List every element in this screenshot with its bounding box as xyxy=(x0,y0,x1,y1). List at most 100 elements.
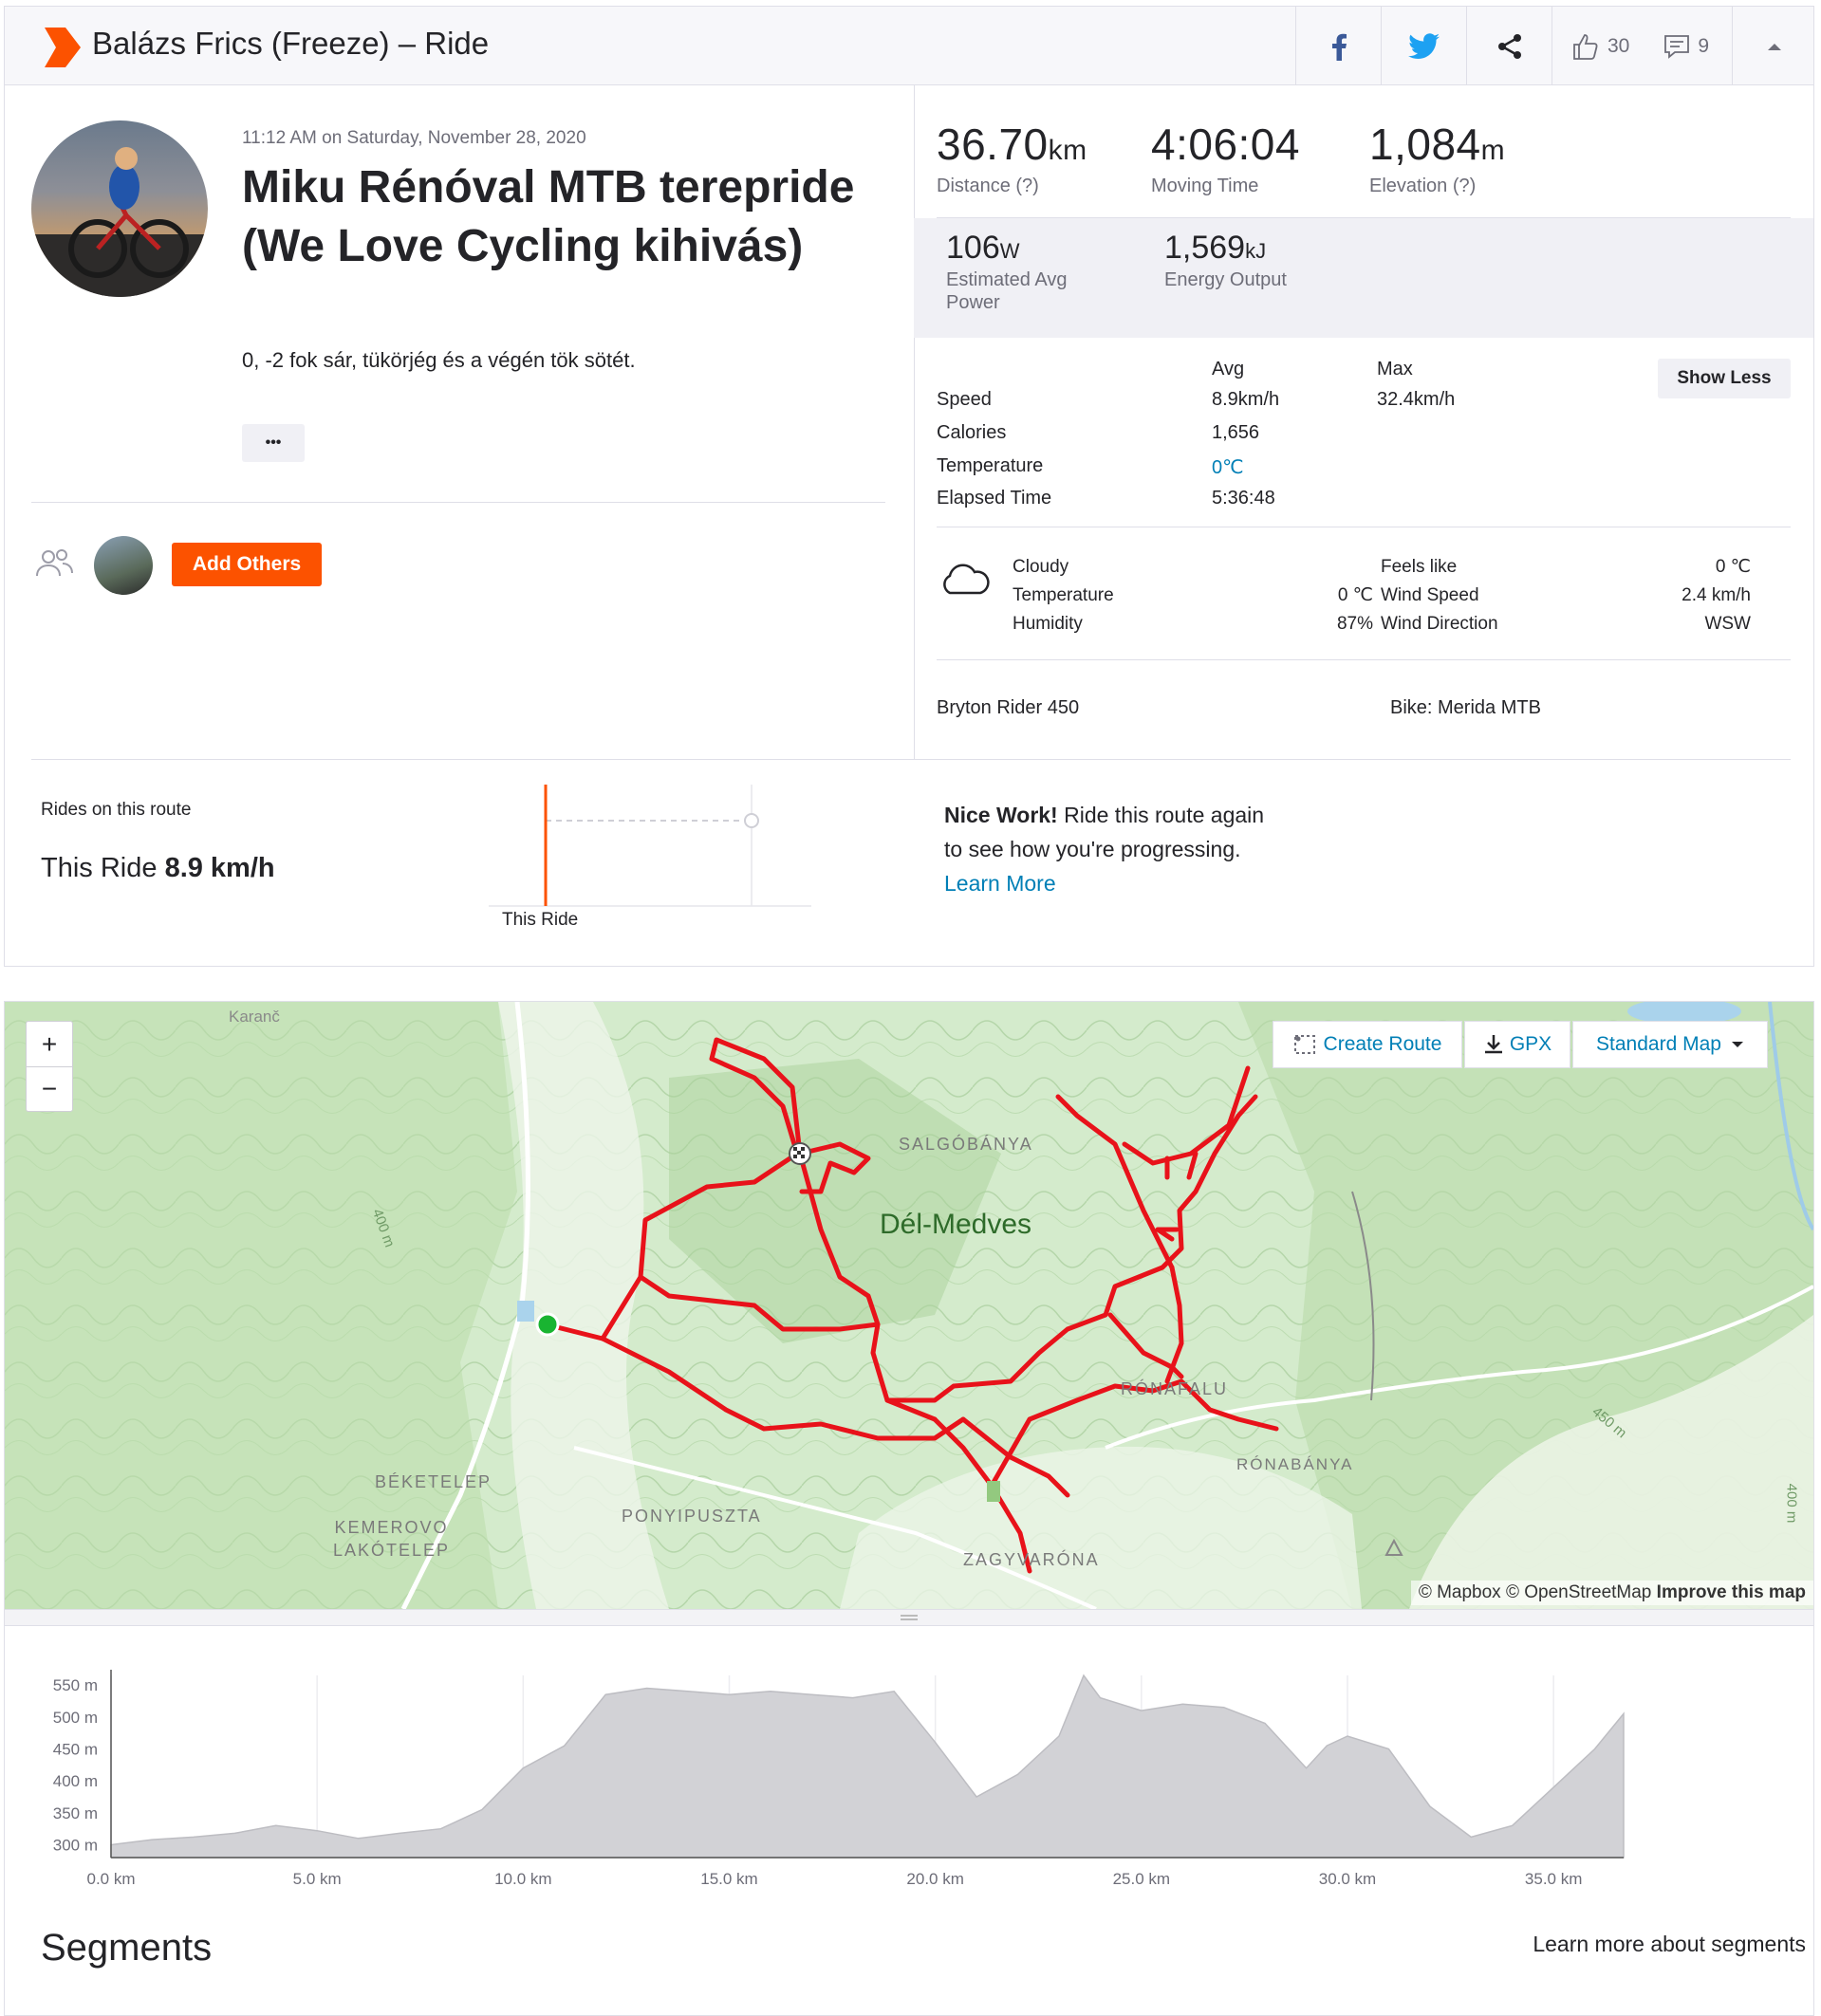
activity-description: 0, -2 fok sár, tükörjég és a végén tök s… xyxy=(242,348,636,372)
divider xyxy=(937,659,1791,660)
comment-icon xyxy=(1664,34,1690,59)
chart-this-ride-label: This Ride xyxy=(502,910,579,930)
comments-button[interactable]: 9 xyxy=(1663,34,1709,59)
elevation-unit: m xyxy=(1480,135,1506,166)
temperature-label: Temperature xyxy=(1013,585,1114,605)
elevation-label-link[interactable]: Elevation (?) xyxy=(1369,176,1505,197)
zoom-in-button[interactable]: + xyxy=(27,1022,72,1067)
humidity-value: 87% xyxy=(1336,614,1373,634)
y-tick-label: 450 m xyxy=(53,1740,98,1758)
map-label-ronabanya: RÓNABÁNYA xyxy=(1236,1455,1354,1473)
chart-point[interactable] xyxy=(744,813,759,828)
moving-time-value: 4:06:04 xyxy=(1151,120,1300,169)
elevation-value: 1,084 xyxy=(1369,120,1481,169)
energy-value: 1,569 xyxy=(1164,230,1246,266)
map-style-dropdown[interactable]: Standard Map xyxy=(1572,1021,1768,1068)
facebook-share-button[interactable] xyxy=(1295,7,1381,85)
add-others-button[interactable]: Add Others xyxy=(172,543,322,586)
participant-avatar[interactable] xyxy=(94,536,153,595)
learn-more-link[interactable]: Learn More xyxy=(944,871,1056,896)
route-icon xyxy=(1293,1035,1315,1054)
route-comparison-chart xyxy=(489,785,811,907)
share-button[interactable] xyxy=(1466,7,1552,85)
nice-work-title: Nice Work! xyxy=(944,803,1058,827)
park-area xyxy=(987,1481,1000,1502)
moving-time-label: Moving Time xyxy=(1151,176,1259,196)
gpx-download-button[interactable]: GPX xyxy=(1464,1021,1570,1068)
share-icon xyxy=(1497,33,1521,59)
detail-label: Speed xyxy=(937,389,992,410)
map-style-label: Standard Map xyxy=(1596,1033,1721,1055)
x-tick-label: 30.0 km xyxy=(1319,1870,1376,1888)
kudos-count: 30 xyxy=(1607,34,1630,57)
create-route-button[interactable]: Create Route xyxy=(1273,1021,1462,1068)
map-card: Karanč SALGÓBÁNYA Dél-Medves RÓNAFALU RÓ… xyxy=(4,1001,1814,2016)
bike-name[interactable]: Bike: Merida MTB xyxy=(1390,697,1541,719)
power-unit: W xyxy=(999,239,1020,263)
detail-avg: 5:36:48 xyxy=(1212,488,1275,509)
activity-card: Balázs Frics (Freeze) – Ride 30 9 11:12 … xyxy=(4,6,1814,967)
kudos-button[interactable]: 30 xyxy=(1571,32,1629,61)
header-title: Balázs Frics (Freeze) – Ride xyxy=(92,26,490,61)
power-value: 106 xyxy=(946,230,1000,266)
show-less-button[interactable]: Show Less xyxy=(1658,359,1791,398)
osm-attribution-link[interactable]: © OpenStreetMap xyxy=(1506,1582,1651,1602)
elevation-chart[interactable]: 0.0 km 5.0 km 10.0 km 15.0 km 20.0 km 25.0 km… xyxy=(5,1647,1813,1894)
map-resize-handle[interactable] xyxy=(5,1609,1813,1626)
segments-learn-more-link[interactable]: Learn more about segments xyxy=(1533,1932,1806,1957)
wind-speed-value: 2.4 km/h xyxy=(1682,585,1751,605)
weather-condition: Cloudy xyxy=(1013,557,1069,577)
gpx-label: GPX xyxy=(1509,1033,1552,1055)
twitter-icon xyxy=(1407,32,1440,59)
elevation-plot: 0.0 km 5.0 km 10.0 km 15.0 km 20.0 km 25.0 km… xyxy=(53,1670,1625,1888)
detail-label: Elapsed Time xyxy=(937,488,1052,509)
caret-down-icon xyxy=(1731,1042,1743,1047)
detail-avg: 1,656 xyxy=(1212,422,1260,443)
column-divider xyxy=(914,85,915,759)
x-tick-label: 15.0 km xyxy=(700,1870,757,1888)
distance-value: 36.70 xyxy=(937,120,1049,169)
zoom-out-button[interactable]: − xyxy=(27,1067,72,1111)
detail-avg: 8.9km/h xyxy=(1212,389,1280,410)
activity-title: Miku Rénóval MTB terepride (We Love Cycl… xyxy=(242,162,855,271)
athlete-avatar[interactable] xyxy=(31,120,208,297)
collapse-button[interactable] xyxy=(1732,7,1815,85)
map-label-salgobanya: SALGÓBÁNYA xyxy=(899,1135,1033,1154)
power-label-2: Power xyxy=(946,292,1000,313)
detail-label: Calories xyxy=(937,422,1007,443)
secondary-stats-panel: 106W Estimated Avg Power 1,569kJ Energy … xyxy=(914,218,1813,338)
distance-label-link[interactable]: Distance (?) xyxy=(937,176,1087,197)
sport-type-icon xyxy=(45,28,81,67)
elevation-area xyxy=(110,1674,1625,1859)
activity-header-bar: Balázs Frics (Freeze) – Ride 30 9 xyxy=(5,7,1813,85)
contour-label: 400 m xyxy=(1783,1483,1800,1524)
feels-like-value: 0 ℃ xyxy=(1715,557,1751,577)
twitter-share-button[interactable] xyxy=(1381,7,1466,85)
map-canvas xyxy=(5,1002,1813,1609)
detail-max: 32.4km/h xyxy=(1377,389,1456,410)
map-label-beketelep: BÉKETELEP xyxy=(375,1472,492,1491)
route-start-marker[interactable] xyxy=(535,1312,560,1337)
this-ride-line: This Ride 8.9 km/h xyxy=(41,853,275,884)
group-icon xyxy=(36,549,73,577)
x-tick-label: 5.0 km xyxy=(293,1870,342,1888)
message-line-2: to see how you're progressing. xyxy=(944,837,1241,861)
improve-map-link[interactable]: Improve this map xyxy=(1657,1582,1806,1602)
route-map[interactable]: Karanč SALGÓBÁNYA Dél-Medves RÓNAFALU RÓ… xyxy=(5,1002,1813,1609)
map-label-kemerovo: KEMEROVO LAKÓTELEP xyxy=(333,1516,450,1562)
facebook-icon xyxy=(1331,33,1347,61)
detail-avg-link[interactable]: 0℃ xyxy=(1212,455,1244,479)
this-ride-label: This Ride xyxy=(41,853,158,883)
avg-header: Avg xyxy=(1212,359,1245,379)
comments-count: 9 xyxy=(1698,34,1710,57)
power-label-1: Estimated Avg xyxy=(946,269,1068,290)
y-tick-label: 400 m xyxy=(53,1772,98,1790)
weather-right: Feels like 0 ℃ Wind Speed 2.4 km/h Wind Di… xyxy=(1381,553,1751,638)
more-actions-button[interactable]: ••• xyxy=(242,424,305,462)
humidity-label: Humidity xyxy=(1013,614,1083,634)
x-tick-label: 20.0 km xyxy=(906,1870,963,1888)
map-label-del-medves: Dél-Medves xyxy=(880,1209,1032,1240)
details-table: Avg Max Show Less Speed 8.9km/h 32.4km/h… xyxy=(937,353,1791,514)
zoom-control: + − xyxy=(26,1021,73,1112)
mapbox-attribution-link[interactable]: © Mapbox xyxy=(1419,1582,1501,1602)
